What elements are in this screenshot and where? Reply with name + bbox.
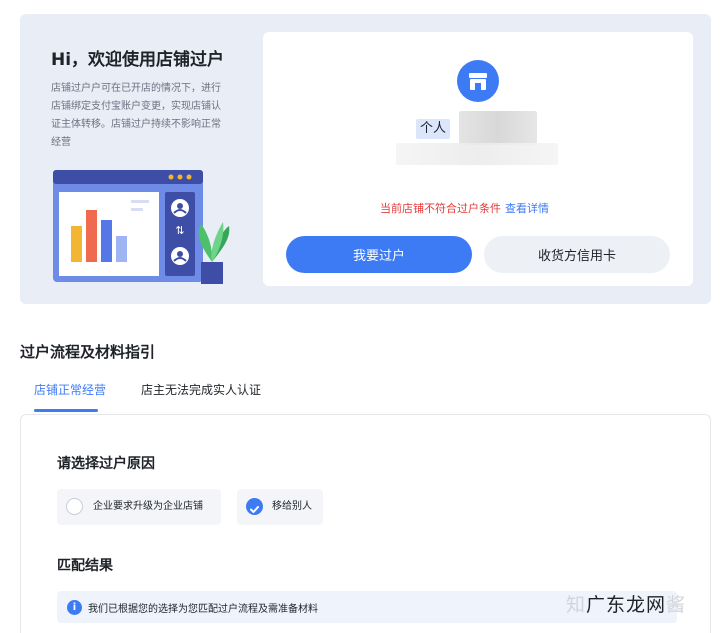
- guide-title: 过户流程及材料指引: [20, 343, 156, 361]
- store-status-card: 个人 当前店铺不符合过户条件 查看详情 我要过户 收货方信用卡: [263, 32, 693, 286]
- tab-normal-operation[interactable]: 店铺正常经营: [34, 381, 106, 398]
- redacted-name: [459, 111, 537, 145]
- info-text: 我们已根据您的选择为您匹配过户流程及需准备材料: [88, 604, 318, 615]
- hero-banner: Hi，欢迎使用店铺过户 店铺过户户可在已开店的情况下，进行店铺绑定支付宝账户变更…: [20, 14, 711, 304]
- redacted-info: [396, 143, 558, 165]
- active-tab-indicator: [34, 409, 98, 412]
- radio-unchecked-icon[interactable]: [66, 498, 83, 515]
- option-enterprise-upgrade[interactable]: 企业要求升级为企业店铺: [57, 489, 221, 525]
- watermark: 知广东龙网酱: [566, 590, 686, 617]
- person-tag: 个人: [416, 119, 450, 139]
- transfer-warning: 当前店铺不符合过户条件 查看详情: [380, 200, 549, 216]
- credit-card-button[interactable]: 收货方信用卡: [484, 236, 670, 273]
- store-transfer-illustration: ⇅: [53, 170, 230, 284]
- warning-text: 当前店铺不符合过户条件: [380, 202, 501, 215]
- watermark-suffix: 酱: [666, 594, 687, 616]
- reason-heading: 请选择过户原因: [57, 456, 155, 472]
- view-details-link[interactable]: 查看详情: [505, 202, 549, 215]
- option-label: 企业要求升级为企业店铺: [93, 501, 203, 512]
- option-transfer-to-others[interactable]: 移给别人: [237, 489, 323, 525]
- svg-text:⇅: ⇅: [175, 224, 184, 237]
- tab-identity-verification[interactable]: 店主无法完成实人认证: [141, 381, 261, 398]
- watermark-main: 广东龙网: [586, 594, 667, 616]
- store-icon: [457, 60, 499, 102]
- radio-checked-icon[interactable]: [246, 498, 263, 515]
- hero-description: 店铺过户户可在已开店的情况下，进行店铺绑定支付宝账户变更，实现店铺认证主体转移。…: [51, 83, 221, 148]
- watermark-prefix: 知: [566, 594, 587, 616]
- transfer-button[interactable]: 我要过户: [286, 236, 472, 273]
- option-label: 移给别人: [272, 501, 312, 512]
- info-icon: i: [67, 600, 82, 615]
- result-heading: 匹配结果: [57, 558, 113, 574]
- hero-title: Hi，欢迎使用店铺过户: [51, 50, 225, 70]
